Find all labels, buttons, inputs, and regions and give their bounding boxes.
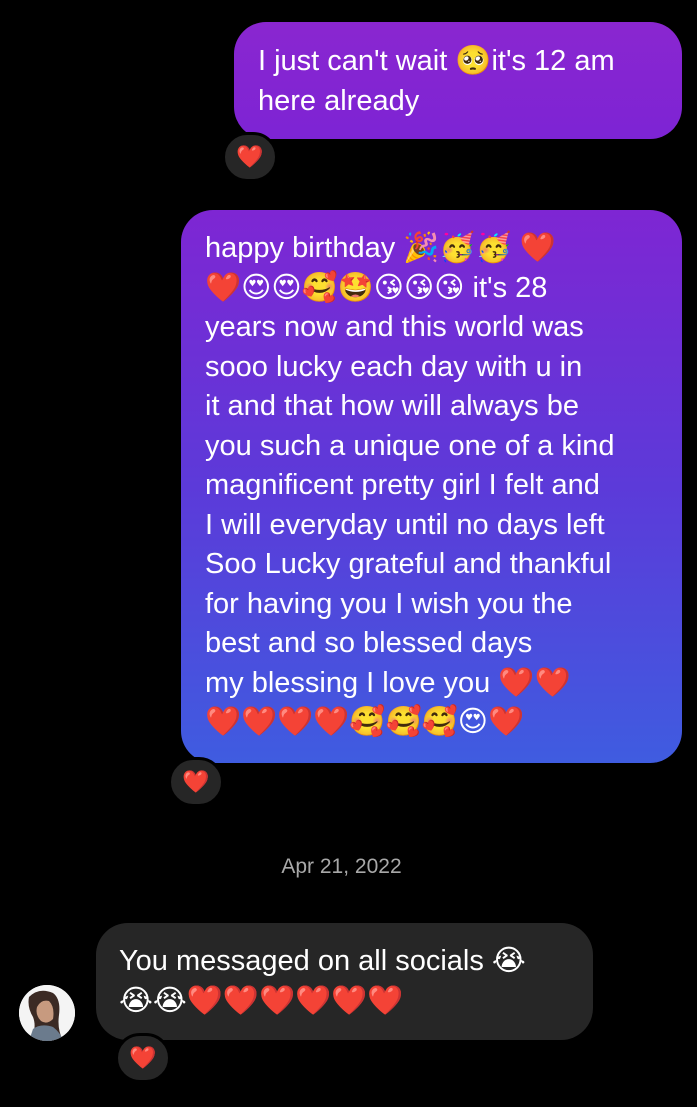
heart-icon: ❤️ — [182, 769, 210, 794]
heart-reaction-badge[interactable]: ❤️ — [115, 1033, 171, 1083]
profile-photo-icon — [19, 985, 75, 1041]
heart-reaction-badge[interactable]: ❤️ — [222, 132, 278, 182]
outgoing-message-bubble[interactable]: happy birthday 🎉🥳🥳 ❤️ ❤️😍😍🥰🤩😘😘😘 it's 28 … — [181, 210, 682, 763]
avatar[interactable] — [19, 985, 75, 1041]
heart-icon: ❤️ — [129, 1045, 157, 1070]
incoming-message-bubble[interactable]: You messaged on all socials 😭 😭😭❤️❤️❤️❤️… — [96, 923, 593, 1040]
outgoing-message-bubble[interactable]: I just can't wait 🥺it's 12 am here alrea… — [234, 22, 682, 139]
heart-icon: ❤️ — [236, 144, 264, 169]
heart-reaction-badge[interactable]: ❤️ — [168, 757, 224, 807]
date-divider: Apr 21, 2022 — [281, 855, 402, 878]
